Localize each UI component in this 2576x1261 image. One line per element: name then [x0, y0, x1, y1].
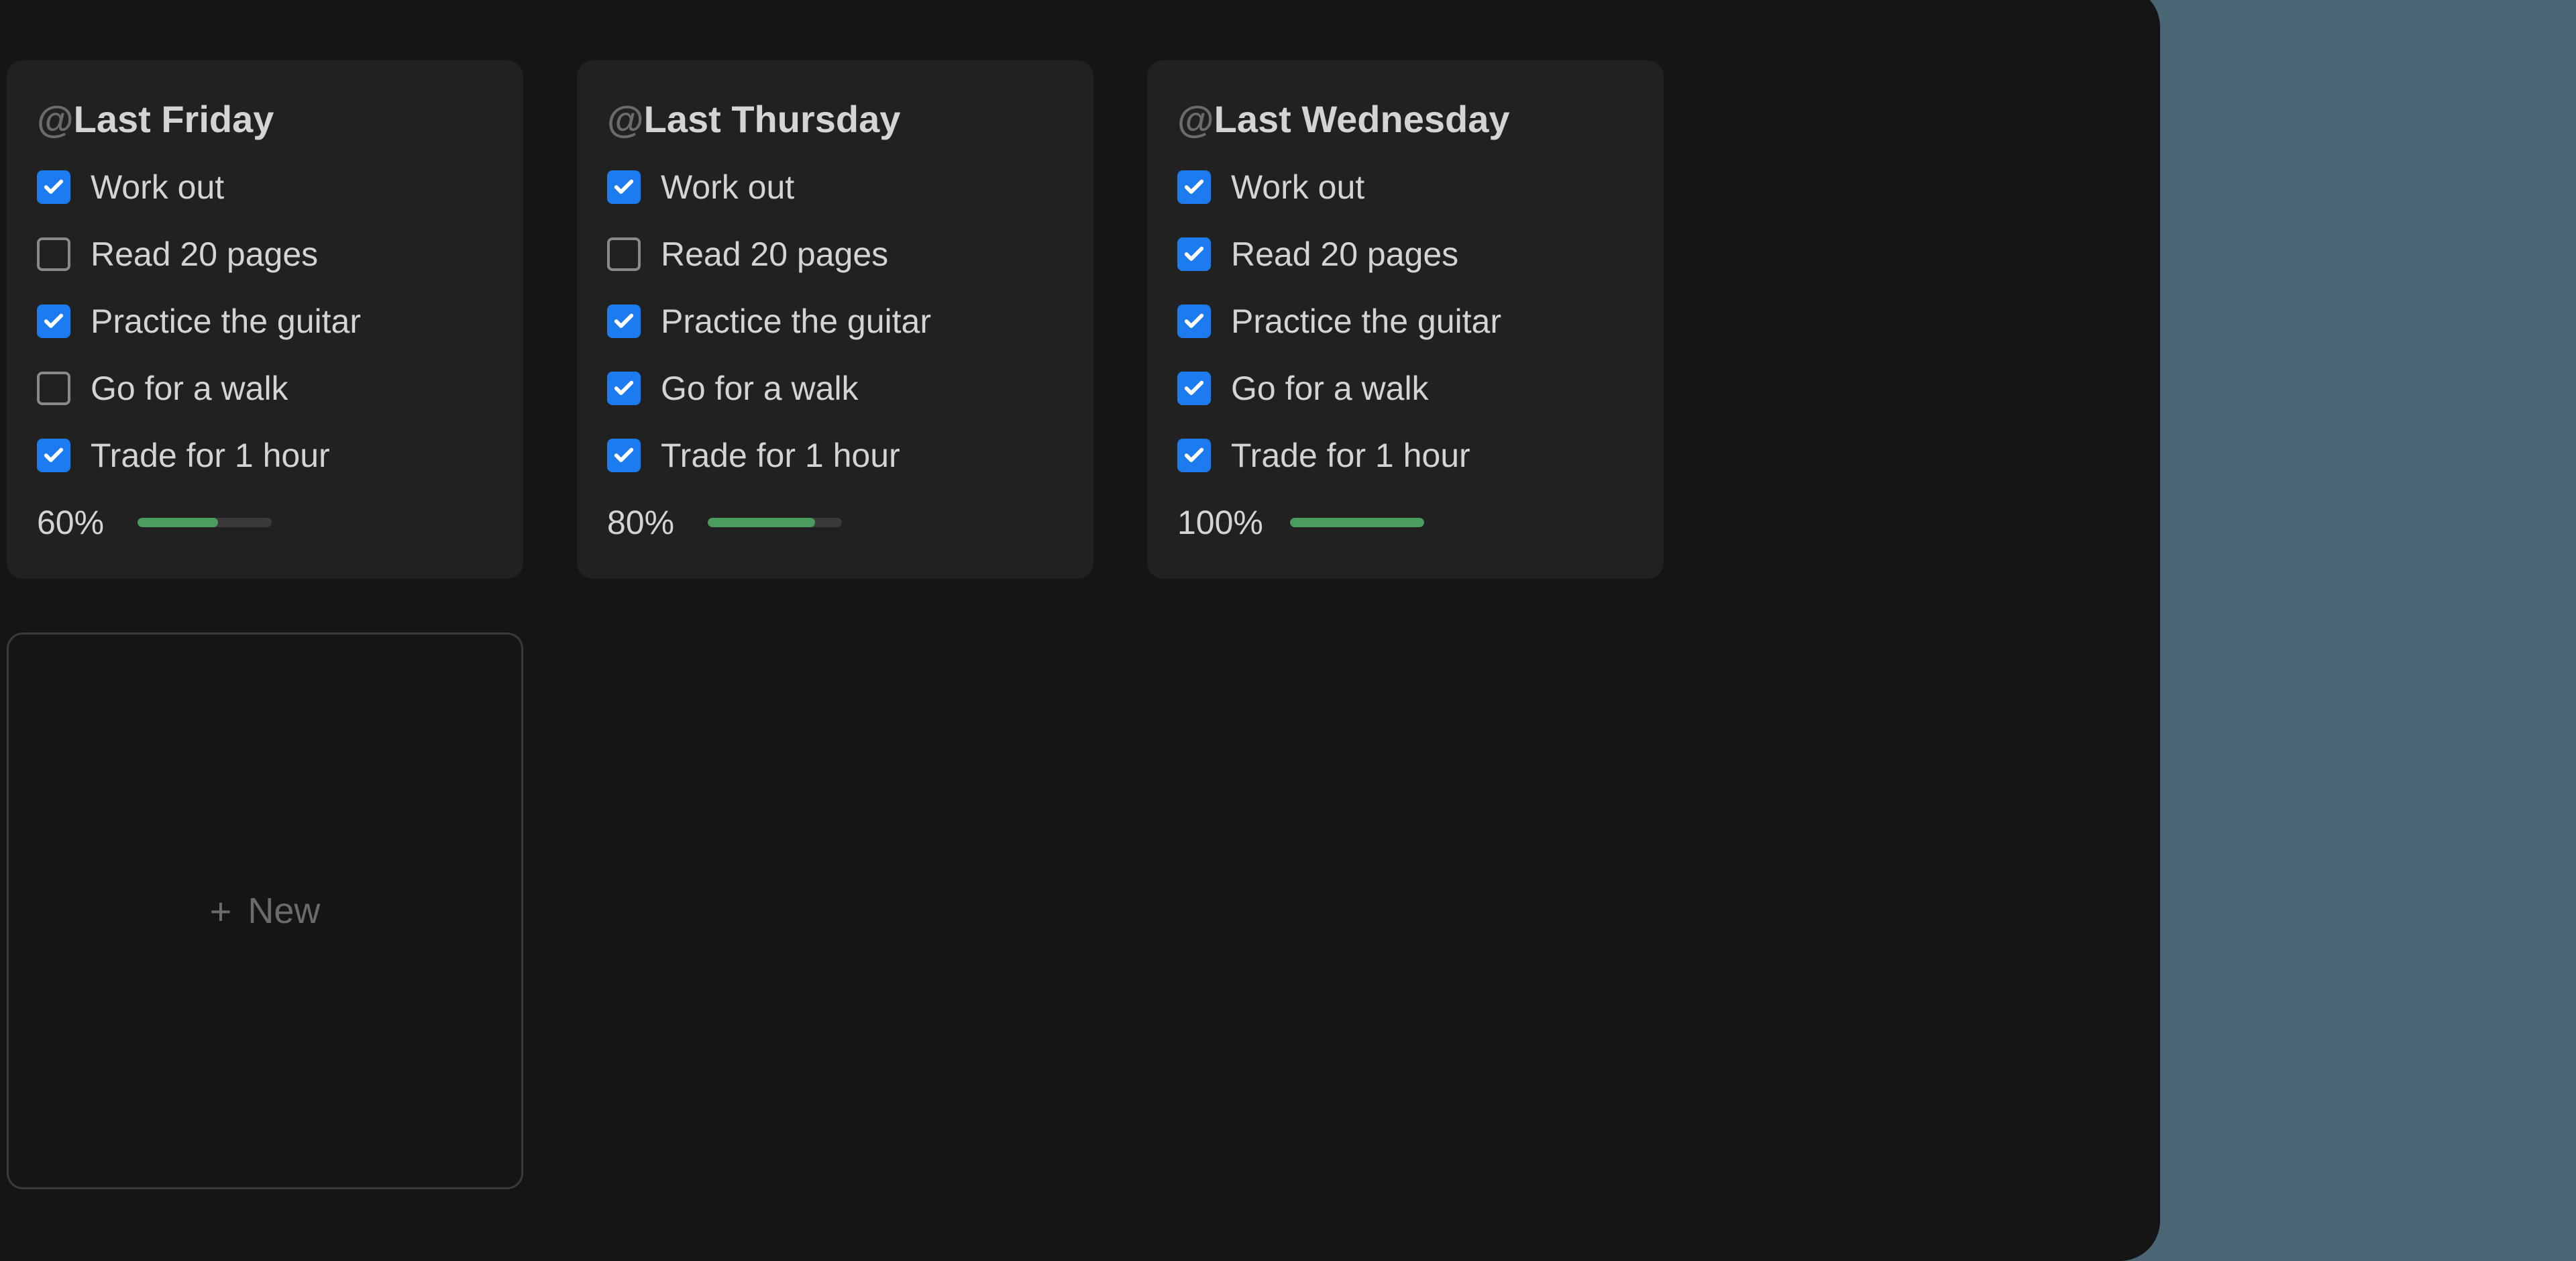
checkbox-checked[interactable] [37, 305, 70, 338]
day-card-thursday[interactable]: @Last Thursday Work out Read 20 pages Pr… [577, 60, 1093, 579]
todo-item: Trade for 1 hour [607, 436, 1063, 475]
check-icon [612, 444, 635, 467]
todo-label: Work out [91, 168, 224, 207]
progress-percent: 60% [37, 503, 111, 542]
todo-label: Trade for 1 hour [1231, 436, 1470, 475]
todo-item: Work out [607, 168, 1063, 207]
todo-label: Go for a walk [1231, 369, 1429, 408]
checkbox-checked[interactable] [1177, 372, 1211, 405]
progress-row: 100% [1177, 503, 1633, 542]
todo-item: Read 20 pages [37, 235, 493, 274]
todo-label: Trade for 1 hour [91, 436, 330, 475]
todo-label: Read 20 pages [91, 235, 318, 274]
todo-label: Read 20 pages [1231, 235, 1458, 274]
progress-percent: 80% [607, 503, 681, 542]
at-sign: @ [607, 98, 644, 140]
todo-label: Read 20 pages [661, 235, 888, 274]
todo-item: Read 20 pages [1177, 235, 1633, 274]
check-icon [42, 176, 65, 199]
check-icon [1183, 243, 1205, 266]
checkbox-checked[interactable] [1177, 305, 1211, 338]
todo-item: Work out [1177, 168, 1633, 207]
cards-row-1: @Saturday Work out Read 20 pages Practic… [0, 60, 2100, 579]
day-card-wednesday[interactable]: @Last Wednesday Work out Read 20 pages P… [1147, 60, 1664, 579]
todo-item: Read 20 pages [607, 235, 1063, 274]
progress-bar [138, 518, 272, 527]
todo-item: Trade for 1 hour [37, 436, 493, 475]
todo-label: Trade for 1 hour [661, 436, 900, 475]
todo-item: Trade for 1 hour [1177, 436, 1633, 475]
day-card-friday[interactable]: @Last Friday Work out Read 20 pages Prac… [7, 60, 523, 579]
todo-label: Work out [661, 168, 794, 207]
checkbox-checked[interactable] [607, 305, 641, 338]
checkbox-checked[interactable] [37, 170, 70, 204]
day-title: @Last Friday [37, 97, 493, 141]
todo-item: Go for a walk [1177, 369, 1633, 408]
check-icon [612, 310, 635, 333]
todo-label: Practice the guitar [1231, 302, 1501, 341]
checkbox-checked[interactable] [1177, 439, 1211, 472]
check-icon [1183, 310, 1205, 333]
at-sign: @ [37, 98, 74, 140]
cards-row-2: August 19, 2024 Work out Read 20 pages P… [0, 633, 2100, 1189]
checkbox-checked[interactable] [607, 372, 641, 405]
plus-icon: + [210, 889, 232, 933]
check-icon [612, 377, 635, 400]
progress-percent: 100% [1177, 503, 1263, 542]
progress-row: 80% [607, 503, 1063, 542]
day-title-text: Last Wednesday [1214, 98, 1510, 140]
app-window: @Saturday Work out Read 20 pages Practic… [0, 0, 2160, 1261]
todo-item: Work out [37, 168, 493, 207]
todo-label: Go for a walk [91, 369, 288, 408]
progress-fill [1290, 518, 1424, 527]
progress-bar [1290, 518, 1424, 527]
new-card-button[interactable]: + New [7, 633, 523, 1189]
new-label: New [248, 890, 320, 932]
checkbox-checked[interactable] [1177, 170, 1211, 204]
day-title-text: Last Friday [74, 98, 274, 140]
todo-item: Practice the guitar [37, 302, 493, 341]
progress-bar [708, 518, 842, 527]
checkbox-checked[interactable] [607, 170, 641, 204]
todo-label: Practice the guitar [91, 302, 361, 341]
progress-row: 60% [37, 503, 493, 542]
check-icon [42, 310, 65, 333]
todo-item: Practice the guitar [1177, 302, 1633, 341]
todo-item: Practice the guitar [607, 302, 1063, 341]
progress-fill [138, 518, 218, 527]
checkbox-unchecked[interactable] [37, 237, 70, 271]
todo-item: Go for a walk [607, 369, 1063, 408]
check-icon [1183, 377, 1205, 400]
todo-label: Practice the guitar [661, 302, 931, 341]
checkbox-unchecked[interactable] [607, 237, 641, 271]
at-sign: @ [1177, 98, 1214, 140]
checkbox-checked[interactable] [37, 439, 70, 472]
checkbox-checked[interactable] [1177, 237, 1211, 271]
todo-label: Work out [1231, 168, 1364, 207]
check-icon [1183, 444, 1205, 467]
day-title: @Last Thursday [607, 97, 1063, 141]
todo-label: Go for a walk [661, 369, 859, 408]
check-icon [612, 176, 635, 199]
day-title: @Last Wednesday [1177, 97, 1633, 141]
checkbox-checked[interactable] [607, 439, 641, 472]
todo-item: Go for a walk [37, 369, 493, 408]
day-title-text: Last Thursday [644, 98, 901, 140]
check-icon [1183, 176, 1205, 199]
check-icon [42, 444, 65, 467]
progress-fill [708, 518, 815, 527]
checkbox-unchecked[interactable] [37, 372, 70, 405]
